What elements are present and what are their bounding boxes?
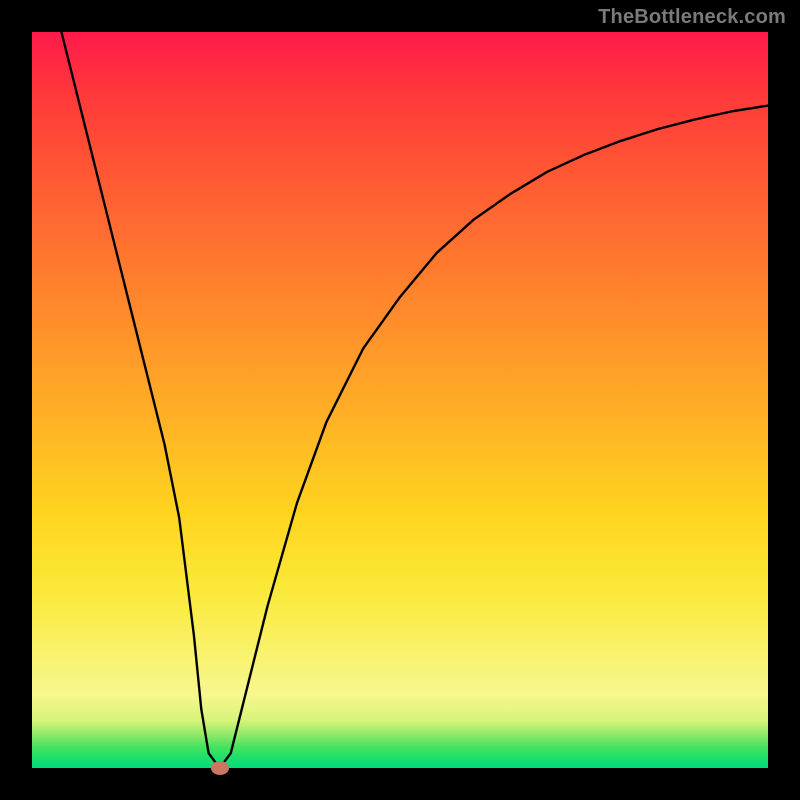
plot-area xyxy=(32,32,768,768)
bottleneck-curve xyxy=(32,32,768,768)
watermark-text: TheBottleneck.com xyxy=(598,6,786,29)
chart-frame: TheBottleneck.com xyxy=(0,0,800,800)
optimum-marker xyxy=(211,761,229,775)
